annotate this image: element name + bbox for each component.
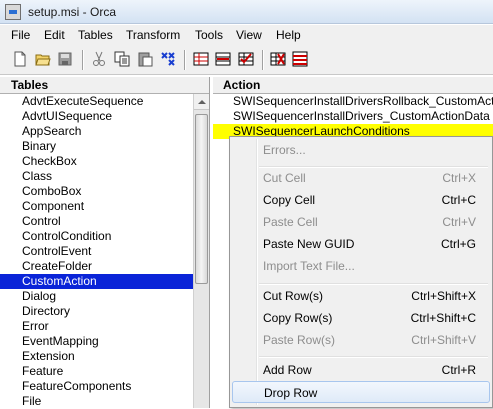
menu-item-add-row[interactable]: Add Row Ctrl+R xyxy=(232,359,490,381)
menu-tables[interactable]: Tables xyxy=(78,28,113,42)
tables-icon[interactable] xyxy=(193,51,209,67)
menu-item-paste-new-guid[interactable]: Paste New GUID Ctrl+G xyxy=(232,233,490,255)
menu-item-cut-cell[interactable]: Cut Cell Ctrl+X xyxy=(232,167,490,189)
table-list-item[interactable]: FeatureComponents xyxy=(0,379,193,394)
table-list-item[interactable]: Class xyxy=(0,169,193,184)
open-folder-icon[interactable] xyxy=(35,51,51,67)
menu-help[interactable]: Help xyxy=(276,28,301,42)
menu-item-copy-cell[interactable]: Copy Cell Ctrl+C xyxy=(232,189,490,211)
menu-transform[interactable]: Transform xyxy=(126,28,180,42)
action-column-header[interactable]: Action xyxy=(213,77,493,94)
menu-item-drop-row[interactable]: Drop Row xyxy=(232,381,490,403)
title-bar: setup.msi - Orca xyxy=(0,0,493,24)
transform-icon[interactable] xyxy=(270,51,286,67)
find-icon[interactable] xyxy=(160,51,176,67)
tables-pane: Tables AdvtExecuteSequence AdvtUISequenc… xyxy=(0,77,210,408)
table-list-item[interactable]: Dialog xyxy=(0,289,193,304)
merge-icon[interactable] xyxy=(292,51,308,67)
table-list-item[interactable]: Binary xyxy=(0,139,193,154)
menu-item-cut-rows[interactable]: Cut Row(s) Ctrl+Shift+X xyxy=(232,285,490,307)
menu-item-paste-rows[interactable]: Paste Row(s) Ctrl+Shift+V xyxy=(232,329,490,351)
table-list-item[interactable]: CreateFolder xyxy=(0,259,193,274)
table-list-item[interactable]: EventMapping xyxy=(0,334,193,349)
table-list-item[interactable]: ComboBox xyxy=(0,184,193,199)
save-icon[interactable] xyxy=(57,51,73,67)
menu-item-copy-rows[interactable]: Copy Row(s) Ctrl+Shift+C xyxy=(232,307,490,329)
table-list-item[interactable]: AdvtUISequence xyxy=(0,109,193,124)
table-list-item-selected[interactable]: CustomAction xyxy=(0,274,193,289)
validate-icon[interactable] xyxy=(238,51,254,67)
orca-app-icon[interactable] xyxy=(5,4,21,20)
new-file-icon[interactable] xyxy=(12,51,28,67)
copy-icon[interactable] xyxy=(114,51,130,67)
paste-icon[interactable] xyxy=(137,51,153,67)
table-list-item[interactable]: Component xyxy=(0,199,193,214)
menu-view[interactable]: View xyxy=(236,28,262,42)
tables-scrollbar[interactable] xyxy=(193,94,209,408)
window-title: setup.msi - Orca xyxy=(28,5,117,19)
table-list-item[interactable]: File xyxy=(0,394,193,409)
scroll-thumb[interactable] xyxy=(195,114,208,284)
menu-item-paste-cell[interactable]: Paste Cell Ctrl+V xyxy=(232,211,490,233)
cut-icon[interactable] xyxy=(91,51,107,67)
table-list-item[interactable]: Extension xyxy=(0,349,193,364)
menu-bar: File Edit Tables Transform Tools View He… xyxy=(0,25,493,45)
table-list-item[interactable]: AppSearch xyxy=(0,124,193,139)
table-list-item[interactable]: ControlEvent xyxy=(0,244,193,259)
menu-file[interactable]: File xyxy=(11,28,30,42)
menu-item-import-text-file[interactable]: Import Text File... xyxy=(232,255,490,277)
table-list-item[interactable]: CheckBox xyxy=(0,154,193,169)
table-list-item[interactable]: Directory xyxy=(0,304,193,319)
table-list-item[interactable]: ControlCondition xyxy=(0,229,193,244)
tables-header[interactable]: Tables xyxy=(0,77,209,94)
table-list-item[interactable]: AdvtExecuteSequence xyxy=(0,94,193,109)
tables-list: AdvtExecuteSequence AdvtUISequence AppSe… xyxy=(0,94,193,409)
table-list-item[interactable]: Error xyxy=(0,319,193,334)
table-list-item[interactable]: Feature xyxy=(0,364,193,379)
menu-item-errors[interactable]: Errors... xyxy=(232,139,490,161)
add-row-icon[interactable] xyxy=(215,51,231,67)
table-list-item[interactable]: Control xyxy=(0,214,193,229)
menu-edit[interactable]: Edit xyxy=(44,28,65,42)
scroll-up-arrow-icon[interactable] xyxy=(194,94,209,110)
menu-tools[interactable]: Tools xyxy=(195,28,223,42)
action-row[interactable]: SWISequencerInstallDriversRollback_Custo… xyxy=(213,94,493,109)
action-row[interactable]: SWISequencerInstallDrivers_CustomActionD… xyxy=(213,109,493,124)
toolbar xyxy=(0,45,493,75)
context-menu: Errors... Cut Cell Ctrl+X Copy Cell Ctrl… xyxy=(229,136,493,408)
